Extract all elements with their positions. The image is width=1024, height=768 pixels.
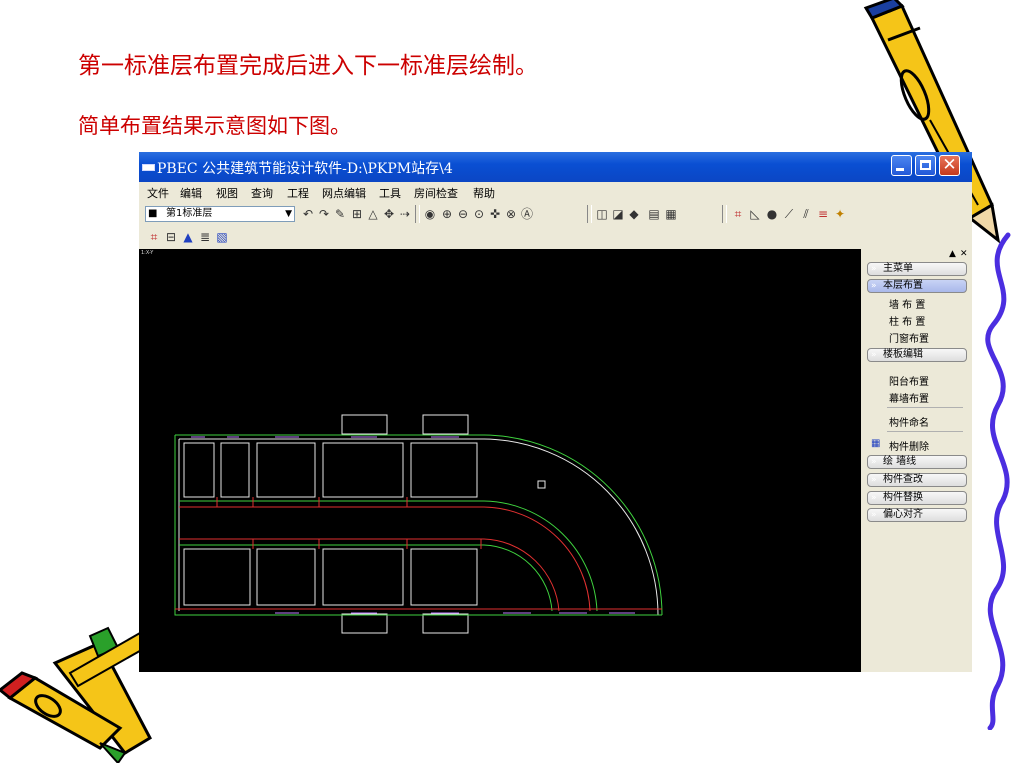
menu-bar: 文件 编辑 视图 查询 工程 网点编辑 工具 房间检查 帮助	[139, 182, 972, 202]
expand-icon: »	[871, 510, 877, 520]
expand-icon: »	[871, 264, 877, 274]
panel-eccentric-align[interactable]: » 偏心对齐	[867, 508, 967, 522]
panel-replace[interactable]: » 构件替换	[867, 491, 967, 505]
undo-icon[interactable]: ↶	[300, 206, 316, 222]
panel-floor-layout[interactable]: » 本层布置	[867, 279, 967, 293]
panel-item-wall[interactable]: 墙 布 置	[889, 296, 925, 311]
pan-hand-icon[interactable]: ✜	[487, 206, 503, 222]
zoom-window-icon[interactable]: ⊙	[471, 206, 487, 222]
window-plan-icon[interactable]: ⊟	[163, 229, 179, 245]
expand-icon: »	[871, 457, 877, 467]
menu-project[interactable]: 工程	[287, 185, 309, 201]
delete-icon: ▦	[871, 438, 881, 449]
toolbar-separator	[415, 205, 420, 223]
expand-icon: »	[871, 493, 877, 503]
line-icon[interactable]: ⟋	[781, 206, 797, 222]
menu-room-check[interactable]: 房间检查	[414, 185, 458, 201]
chevron-down-icon: ▼	[285, 209, 292, 219]
angle-icon[interactable]: ◺	[747, 206, 763, 222]
layer-select[interactable]: ■ 第1标准层 ▼	[145, 206, 295, 222]
pan-icon[interactable]: ◉	[422, 206, 438, 222]
command-panel: ▲ ✕ » 主菜单 » 本层布置 墙 布 置 柱 布 置 门窗布置 » 楼板编辑 阳台…	[861, 249, 972, 672]
panel-up-icon[interactable]: ▲	[949, 249, 956, 259]
main-toolbar: ■ 第1标准层 ▼ ↶ ↷ ✎ ⊞ △ ✥ ⇢ ◉ ⊕ ⊖ ⊙ ✜ ⊗ Ⓐ ◫ …	[142, 203, 972, 225]
panel-item-curtain-wall[interactable]: 幕墙布置	[889, 390, 929, 405]
stairs-icon[interactable]: ≣	[197, 229, 213, 245]
panel-query-edit[interactable]: » 构件查改	[867, 473, 967, 487]
app-icon	[142, 164, 155, 171]
menu-node-edit[interactable]: 网点编辑	[322, 185, 366, 201]
parallel-line-icon[interactable]: ⫽	[798, 206, 814, 222]
hatch-icon[interactable]: ≡	[815, 206, 831, 222]
menu-file[interactable]: 文件	[147, 185, 169, 201]
crayons-icon	[0, 626, 152, 763]
calc-icon[interactable]: ▦	[663, 206, 679, 222]
zoom-in-icon[interactable]: ⊕	[439, 206, 455, 222]
axis-icon[interactable]: ⌗	[730, 206, 746, 222]
close-icon: ✕	[942, 155, 957, 175]
toolbar-separator	[722, 205, 727, 223]
panel-divider	[887, 431, 963, 432]
wall-grid-icon[interactable]: ⌗	[146, 229, 162, 245]
move-icon[interactable]: ✥	[381, 206, 397, 222]
zoom-all-icon[interactable]: ⊗	[503, 206, 519, 222]
menu-edit[interactable]: 编辑	[180, 185, 202, 201]
panel-divider	[887, 407, 963, 408]
toolbar-separator	[587, 205, 592, 223]
floor-plan-drawing	[174, 414, 663, 634]
menu-help[interactable]: 帮助	[473, 185, 495, 201]
layer-select-value: 第1标准层	[166, 208, 213, 219]
menu-view[interactable]: 视图	[216, 185, 238, 201]
copy-icon[interactable]: ▤	[646, 206, 662, 222]
panel-item-column[interactable]: 柱 布 置	[889, 313, 925, 328]
grid-icon[interactable]: ⊞	[349, 206, 365, 222]
title-bar: PBEC 公共建筑节能设计软件-D:\PKPM站存\4 ✕	[139, 152, 972, 182]
secondary-toolbar: ⌗ ⊟ ▲ ≣ ▧	[142, 226, 242, 248]
drawing-canvas[interactable]: 1:X-Y	[139, 249, 861, 672]
menu-query[interactable]: 查询	[251, 185, 273, 201]
slide-subheading: 简单布置结果示意图如下图。	[78, 114, 351, 138]
panel-item-balcony[interactable]: 阳台布置	[889, 373, 929, 388]
expand-icon: »	[871, 475, 877, 485]
column-icon[interactable]: ▲	[180, 229, 196, 245]
draw-icon[interactable]: ✎	[332, 206, 348, 222]
slide-heading: 第一标准层布置完成后进入下一标准层绘制。	[78, 53, 538, 79]
3d-view-icon[interactable]: ◫	[594, 206, 610, 222]
squiggle-decoration-icon	[985, 232, 1011, 730]
expand-icon: »	[871, 350, 877, 360]
panel-item-delete[interactable]: 构件删除	[889, 438, 929, 453]
close-button[interactable]: ✕	[939, 155, 960, 176]
panel-slab-edit[interactable]: » 楼板编辑	[867, 348, 967, 362]
point-icon[interactable]: ●	[764, 206, 780, 222]
mirror-icon[interactable]: △	[365, 206, 381, 222]
panel-close-icon[interactable]: ✕	[960, 249, 968, 259]
zoom-extent-icon[interactable]: Ⓐ	[519, 206, 535, 222]
panel-item-naming[interactable]: 构件命名	[889, 414, 929, 429]
3d-model-icon[interactable]: ◪	[610, 206, 626, 222]
menu-tools[interactable]: 工具	[379, 185, 401, 201]
window-title: PBEC 公共建筑节能设计软件-D:\PKPM站存\4	[157, 161, 453, 177]
layer-icon[interactable]: ▧	[214, 229, 230, 245]
save-icon: ■	[148, 208, 158, 219]
panel-main-menu[interactable]: » 主菜单	[867, 262, 967, 276]
collapse-icon: »	[871, 281, 877, 291]
minimize-button[interactable]	[891, 155, 912, 176]
panel-item-door-window[interactable]: 门窗布置	[889, 330, 929, 345]
panel-draw-wall[interactable]: » 绘 墙线	[867, 455, 967, 469]
render-icon[interactable]: ◆	[626, 206, 642, 222]
redo-icon[interactable]: ↷	[316, 206, 332, 222]
app-window: PBEC 公共建筑节能设计软件-D:\PKPM站存\4 ✕ 文件 编辑 视图 查…	[139, 152, 972, 672]
maximize-button[interactable]	[915, 155, 936, 176]
offset-icon[interactable]: ⇢	[397, 206, 413, 222]
zoom-out-icon[interactable]: ⊖	[455, 206, 471, 222]
highlight-icon[interactable]: ✦	[832, 206, 848, 222]
